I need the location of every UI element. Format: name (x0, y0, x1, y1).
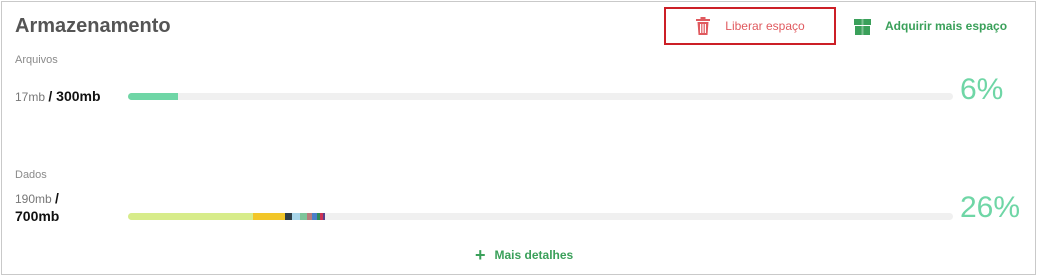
files-progress-segment (128, 93, 178, 100)
files-used: 17mb (15, 90, 46, 104)
page-title: Armazenamento (15, 15, 171, 37)
files-total: / 300mb (48, 88, 101, 104)
data-usage: 190mb / 700mb (15, 190, 59, 226)
data-progress-segment (253, 213, 285, 220)
files-section-label: Arquivos (15, 54, 58, 66)
files-usage: 17mb / 300mb (15, 88, 101, 104)
data-progress-segment (128, 213, 254, 220)
data-progress-segment (292, 213, 300, 220)
data-total-slash: / (55, 190, 59, 206)
free-space-button[interactable]: Liberar espaço (664, 7, 836, 45)
more-details-label: Mais detalhes (494, 248, 574, 262)
data-section-label: Dados (15, 169, 47, 181)
files-progress-fill (128, 93, 953, 100)
buy-more-space-button[interactable]: Adquirir mais espaço (853, 14, 1007, 38)
storage-panel: Armazenamento Liberar espaço Adquirir ma… (1, 1, 1036, 275)
data-percent: 26% (960, 191, 1021, 224)
data-progress-segment (284, 213, 293, 220)
data-total: 700mb (15, 208, 60, 224)
data-progress-segment (299, 213, 307, 220)
data-progress-fill (128, 213, 953, 220)
files-percent: 6% (960, 73, 1004, 106)
more-details-link[interactable]: + Mais detalhes (475, 245, 574, 265)
data-used: 190mb (15, 192, 52, 206)
files-progress-track (128, 93, 953, 100)
free-space-label: Liberar espaço (725, 19, 805, 33)
buy-more-space-label: Adquirir mais espaço (885, 19, 1008, 33)
data-progress-segment (322, 213, 326, 220)
plus-icon: + (475, 245, 486, 265)
data-progress-track (128, 213, 953, 220)
trash-icon (695, 17, 711, 35)
box-icon (853, 18, 872, 35)
